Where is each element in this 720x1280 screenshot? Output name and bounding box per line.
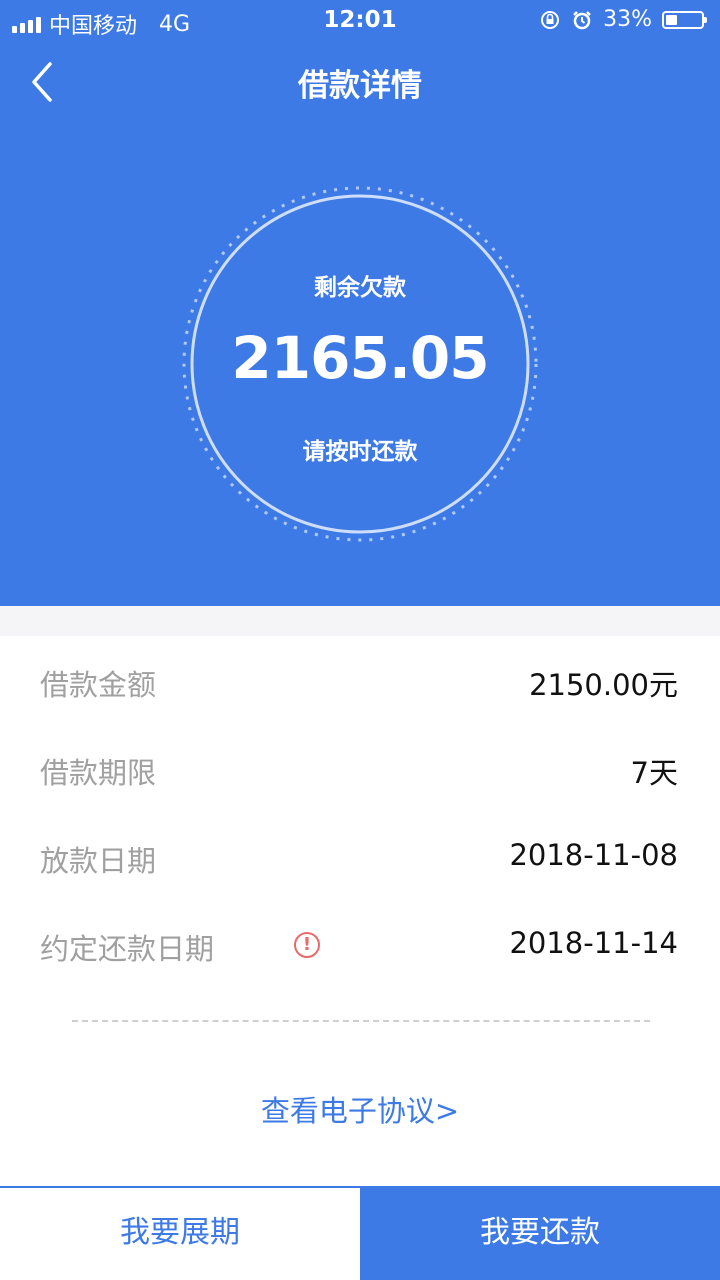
nav-bar: 借款详情 — [0, 40, 720, 124]
battery-icon — [662, 10, 707, 29]
warning-icon[interactable]: ! — [294, 932, 320, 958]
repay-button[interactable]: 我要还款 — [360, 1186, 720, 1280]
page-title: 借款详情 — [298, 68, 422, 104]
detail-row-loan-term: 借款期限 7天 — [0, 726, 720, 814]
detail-row-disburse-date: 放款日期 2018-11-08 — [0, 814, 720, 902]
detail-label: 约定还款日期 — [40, 932, 215, 966]
repay-hint: 请按时还款 — [302, 439, 418, 465]
section-gap — [0, 606, 720, 636]
header-panel: 中国移动 4G 12:01 33% 借款详情 剩余欠款 2165.05 请按时还… — [0, 0, 720, 606]
rotation-lock-icon — [541, 10, 560, 29]
dashed-divider — [72, 1020, 650, 1022]
status-right: 33% — [539, 7, 707, 32]
balance-circle: 剩余欠款 2165.05 请按时还款 — [180, 184, 540, 544]
status-bar: 中国移动 4G 12:01 33% — [0, 0, 720, 40]
battery-percent: 33% — [603, 7, 652, 32]
balance-amount: 2165.05 — [231, 324, 489, 392]
detail-value: 2150.00元 — [529, 668, 678, 702]
detail-row-due-date: 约定还款日期 2018-11-14 — [0, 902, 720, 990]
detail-label: 借款期限 — [40, 756, 157, 790]
detail-label: 放款日期 — [40, 844, 157, 878]
extend-button[interactable]: 我要展期 — [0, 1186, 360, 1280]
detail-value: 7天 — [630, 756, 678, 790]
alarm-icon — [573, 10, 591, 29]
view-agreement-link[interactable]: 查看电子协议> — [0, 1088, 720, 1130]
detail-row-loan-amount: 借款金额 2150.00元 — [0, 638, 720, 726]
detail-label: 借款金额 — [40, 668, 157, 702]
detail-value: 2018-11-08 — [509, 838, 678, 872]
balance-label: 剩余欠款 — [314, 275, 406, 301]
detail-value: 2018-11-14 — [509, 926, 678, 960]
